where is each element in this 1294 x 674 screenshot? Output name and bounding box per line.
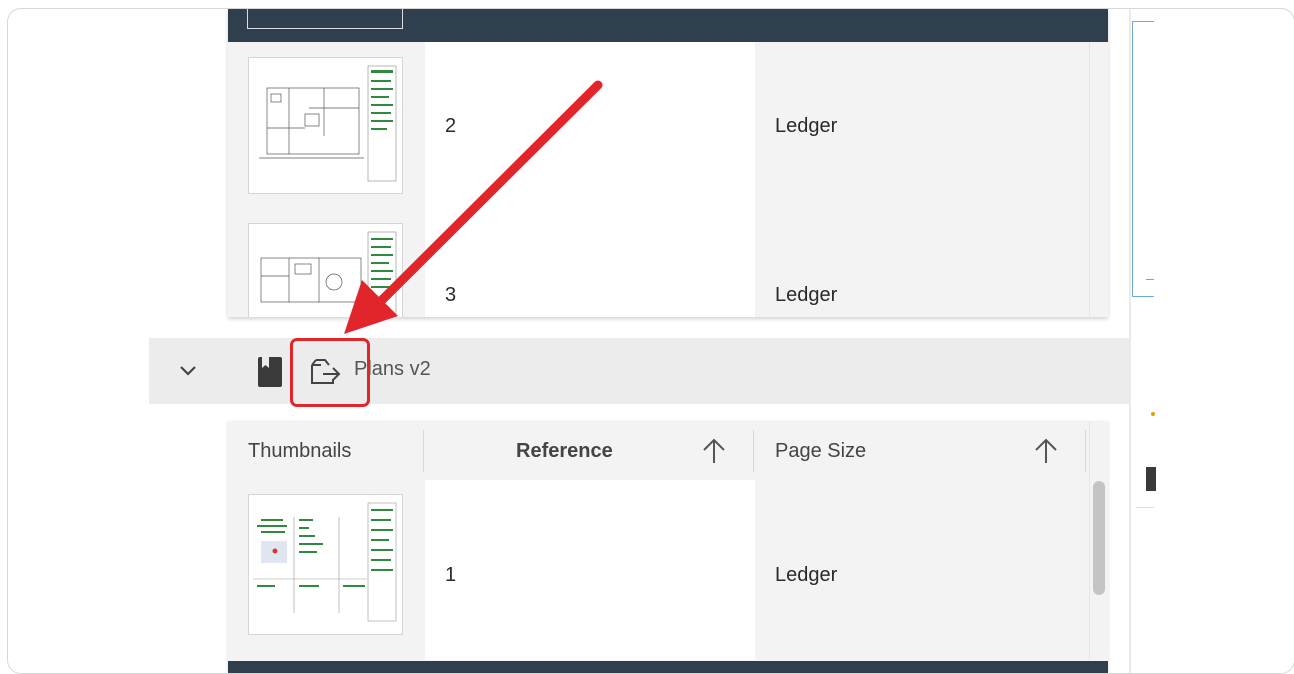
thumbnail-cell <box>228 210 425 317</box>
column-divider[interactable] <box>753 430 754 472</box>
table-footer-bar <box>228 661 1108 673</box>
sheet-thumbnail[interactable] <box>248 223 403 317</box>
table-row[interactable]: 1 Ledger <box>228 480 1090 660</box>
reference-cell: 1 <box>425 480 755 660</box>
reference-value: 3 <box>445 284 457 306</box>
right-preview-tick <box>1146 279 1154 280</box>
sort-ascending-icon[interactable] <box>1032 436 1060 466</box>
lower-sheet-table: Thumbnails Reference Page Size 1 Ledger <box>228 422 1108 673</box>
table-row[interactable]: 2 Ledger <box>228 42 1090 210</box>
page-size-value: Ledger <box>775 284 838 306</box>
thumbnail-cell <box>228 42 425 210</box>
reference-cell: 3 <box>425 210 755 317</box>
right-preview-box <box>1132 21 1154 297</box>
page-size-cell: Ledger <box>755 480 1090 660</box>
page-size-value: Ledger <box>775 115 838 137</box>
table-row[interactable]: 3 Ledger <box>228 210 1090 317</box>
upper-sheet-table: 2 Ledger 3 Ledger <box>228 9 1108 317</box>
lower-scrollbar-thumb[interactable] <box>1093 481 1105 595</box>
column-divider[interactable] <box>423 430 424 472</box>
chevron-down-icon[interactable] <box>177 360 199 382</box>
sheet-thumbnail[interactable] <box>248 57 403 194</box>
header-reference[interactable]: Reference <box>516 440 613 463</box>
panel-divider <box>1129 9 1131 673</box>
right-panel-icon[interactable] <box>1146 467 1156 491</box>
right-divider <box>1136 507 1154 508</box>
column-divider[interactable] <box>1085 430 1086 472</box>
page-size-cell: Ledger <box>755 42 1090 210</box>
thumbnail-cell <box>228 480 425 660</box>
header-page-size[interactable]: Page Size <box>775 440 866 463</box>
screenshot-frame: 2 Ledger 3 Ledger Plans v2 Thumbnails Re… <box>7 8 1294 674</box>
page-size-cell: Ledger <box>755 210 1090 317</box>
reference-value: 1 <box>445 564 457 586</box>
thumbnail-frame-partial <box>247 9 403 29</box>
page-size-value: Ledger <box>775 564 838 586</box>
highlight-box <box>290 338 370 407</box>
right-indicator-dot <box>1151 412 1155 416</box>
upper-scrollbar[interactable] <box>1089 42 1108 317</box>
sort-ascending-icon[interactable] <box>700 436 728 466</box>
book-icon[interactable] <box>257 356 283 388</box>
header-thumbnails[interactable]: Thumbnails <box>248 440 351 463</box>
reference-value: 2 <box>445 115 457 137</box>
sheet-thumbnail[interactable] <box>248 494 403 635</box>
table-header: Thumbnails Reference Page Size <box>228 422 1090 481</box>
reference-cell: 2 <box>425 42 755 210</box>
